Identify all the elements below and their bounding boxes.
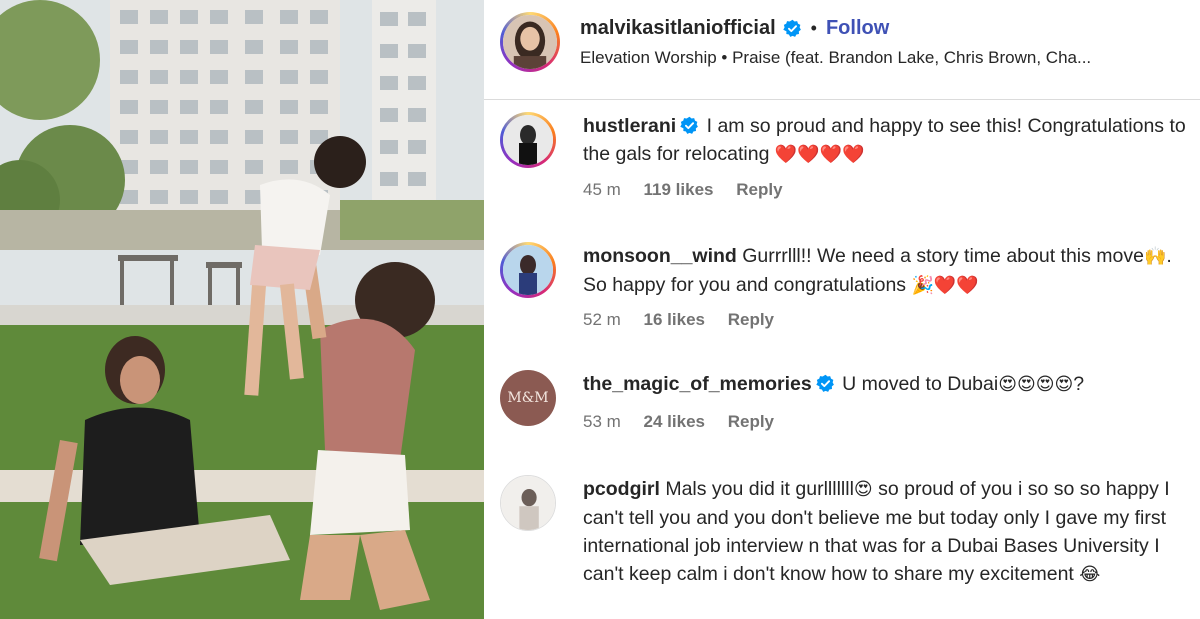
commenter-avatar[interactable] <box>500 112 556 168</box>
comment-message-end: ? <box>1073 373 1085 395</box>
follow-button[interactable]: Follow <box>826 17 889 40</box>
verified-badge-icon <box>680 116 699 134</box>
heart-eyes-emoji-icon: 😍 <box>853 479 873 500</box>
comment-time: 53 m <box>583 412 621 431</box>
post-header: malvikasitlaniofficial • Follow Elevatio… <box>484 0 1200 100</box>
avatar-monogram: M&M <box>507 390 549 406</box>
comment-message: Mals you did it gurlllllll <box>665 478 854 500</box>
heart-eyes-emoji-icon: 😍😍😍😍 <box>998 374 1074 395</box>
comment-text: monsoon__wind Gurrrlll!! We need a story… <box>583 242 1188 300</box>
commenter-avatar[interactable] <box>500 242 556 298</box>
heart-emoji-icon: ❤️❤️❤️❤️ <box>774 144 865 165</box>
author-username[interactable]: malvikasitlaniofficial <box>580 17 776 40</box>
comment-username[interactable]: monsoon__wind <box>583 245 737 267</box>
comment-item: monsoon__wind Gurrrlll!! We need a story… <box>484 242 1200 342</box>
comment-text: the_magic_of_memories U moved to Dubai😍😍… <box>583 370 1188 399</box>
comment-text: hustlerani I am so proud and happy to se… <box>583 112 1188 169</box>
comment-meta: 52 m 16 likes Reply <box>583 310 792 330</box>
comment-item: hustlerani I am so proud and happy to se… <box>484 112 1200 212</box>
comment-time: 52 m <box>583 310 621 329</box>
video-frame-image <box>0 0 484 619</box>
comment-meta: 53 m 24 likes Reply <box>583 412 792 432</box>
comment-message: U moved to Dubai <box>842 373 999 395</box>
comment-item: pcodgirl Mals you did it gurlllllll😍 so … <box>484 475 1200 619</box>
commenter-avatar-image <box>501 476 555 530</box>
comments-panel: malvikasitlaniofficial • Follow Elevatio… <box>484 0 1200 619</box>
comment-username[interactable]: hustlerani <box>583 115 676 137</box>
commenter-avatar-image <box>503 115 553 165</box>
verified-badge-icon <box>816 374 834 392</box>
party-popper-emoji-icon: 🎉❤️❤️ <box>911 275 979 296</box>
raised-hands-emoji-icon: 🙌 <box>1143 246 1167 267</box>
comment-username[interactable]: the_magic_of_memories <box>583 373 812 395</box>
commenter-avatar[interactable] <box>500 475 556 531</box>
commenter-avatar-image <box>503 245 553 295</box>
comment-message: Gurrrlll!! We need a story time about th… <box>742 245 1144 267</box>
commenter-avatar[interactable]: M&M <box>500 370 556 426</box>
reply-button[interactable]: Reply <box>728 412 774 431</box>
comment-text: pcodgirl Mals you did it gurlllllll😍 so … <box>583 475 1188 589</box>
author-avatar-image <box>503 15 557 69</box>
audio-track-link[interactable]: Elevation Worship • Praise (feat. Brando… <box>580 48 1180 68</box>
comment-likes[interactable]: 24 likes <box>644 412 705 431</box>
comment-item: M&M the_magic_of_memories U moved to Dub… <box>484 370 1200 440</box>
comment-likes[interactable]: 119 likes <box>644 180 714 199</box>
post-video[interactable] <box>0 0 484 619</box>
separator-dot: • <box>810 17 817 38</box>
comment-username[interactable]: pcodgirl <box>583 478 660 500</box>
comment-likes[interactable]: 16 likes <box>644 310 705 329</box>
author-avatar[interactable] <box>500 12 560 72</box>
laughing-emoji-icon: 😂 <box>1079 564 1101 585</box>
comment-meta: 45 m 119 likes Reply <box>583 180 801 200</box>
comment-time: 45 m <box>583 180 621 199</box>
reply-button[interactable]: Reply <box>736 180 782 199</box>
verified-badge-icon <box>782 19 801 37</box>
reply-button[interactable]: Reply <box>728 310 774 329</box>
